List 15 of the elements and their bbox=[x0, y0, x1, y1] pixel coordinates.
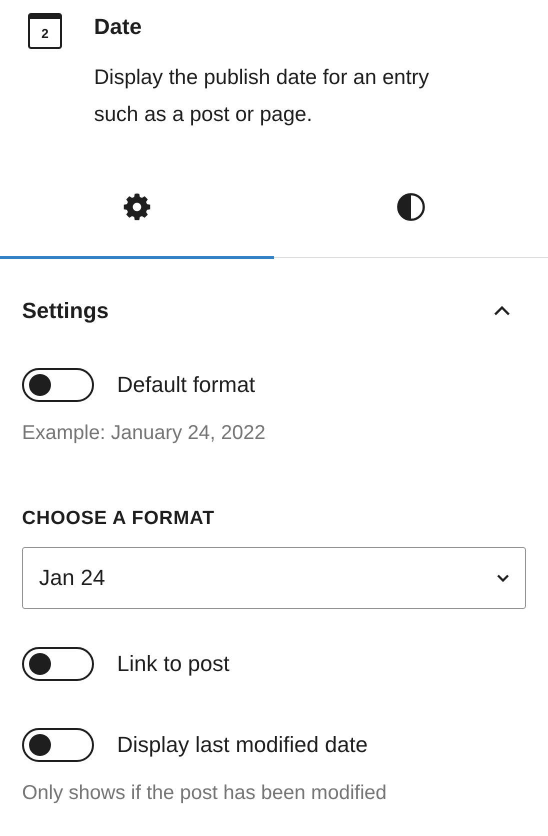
help-text: Only shows if the post has been modified bbox=[22, 782, 388, 805]
help-text: Example: January 24, 2022 bbox=[22, 422, 266, 445]
toggle-label: Display last modified date bbox=[117, 732, 368, 758]
block-description: Display the publish date for an entry such as a post or page. bbox=[94, 65, 430, 128]
toggle-switch[interactable] bbox=[22, 647, 94, 681]
block-title: Date bbox=[94, 13, 143, 41]
select-label: CHOOSE A FORMAT bbox=[22, 508, 216, 530]
toggle-label: Default format bbox=[117, 372, 256, 398]
format-select[interactable]: Jan 24 bbox=[22, 547, 526, 609]
panel-header[interactable]: Settings bbox=[0, 258, 548, 354]
toggle-switch[interactable] bbox=[22, 728, 94, 762]
calendar-icon: 2 bbox=[28, 13, 62, 49]
toggle-switch[interactable] bbox=[22, 368, 94, 402]
toggle-label: Link to post bbox=[117, 651, 230, 677]
chevron-down-icon bbox=[497, 574, 509, 582]
